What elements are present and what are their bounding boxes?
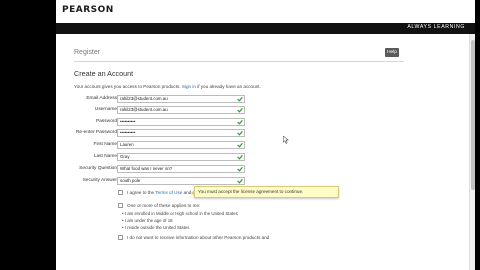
check-icon — [237, 119, 243, 125]
row-email: Email Address rahil23@student.com.au — [0, 95, 260, 103]
section-title: Create an Account — [74, 69, 134, 78]
check-icon — [237, 142, 243, 148]
row-password: Password •••••••••• — [0, 118, 260, 126]
agree-text: I agree to the Terms of Use and — [127, 190, 191, 195]
label-last-name: Last Name — [93, 154, 117, 159]
sign-in-link[interactable]: Sign in — [182, 84, 196, 89]
applies-title: One or more of these applies to me: — [127, 203, 201, 208]
page-title: Register — [74, 49, 101, 56]
scrollbar[interactable] — [469, 34, 475, 270]
row-reenter-password: Re-enter Password •••••••••• — [0, 129, 260, 137]
validation-tooltip: You must accept the license agreement to… — [191, 186, 339, 198]
agree-checkbox[interactable] — [118, 190, 123, 195]
check-icon — [237, 130, 243, 136]
row-last-name: Last Name Gray — [0, 153, 260, 161]
row-first-name: First Name Lauren — [0, 141, 260, 149]
intro-prefix: Your account gives you access to Pearson… — [74, 84, 181, 89]
mouse-cursor-icon — [283, 136, 289, 144]
label-reenter-password: Re-enter Password — [75, 130, 117, 135]
intro-suffix: if you already have an account. — [197, 84, 261, 89]
terms-of-use-link[interactable]: Terms of Use — [155, 190, 182, 195]
username-field[interactable]: rahil23@student.com.au — [117, 106, 245, 114]
security-answer-field[interactable]: south pole — [117, 177, 245, 185]
row-username: Username rahil23@student.com.au — [0, 106, 260, 114]
security-question-select[interactable]: What food was I never on? — [117, 165, 245, 173]
row-security-question: Security Question What food was I never … — [0, 165, 260, 173]
applies-item-text: I am enrolled in Middle or High school i… — [124, 211, 238, 216]
applies-checkbox[interactable] — [118, 203, 123, 208]
pearson-logo[interactable]: PEARSON — [62, 5, 114, 15]
email-field[interactable]: rahil23@student.com.au — [117, 95, 245, 103]
applies-item-text: I am under the age of 18 — [124, 218, 173, 223]
divider — [74, 61, 404, 62]
intro-text: Your account gives you access to Pearson… — [74, 84, 261, 89]
reenter-password-field[interactable]: •••••••••• — [117, 129, 245, 137]
receive-text: I do not want to receive information abo… — [127, 235, 270, 240]
label-first-name: First Name — [93, 142, 117, 147]
applies-item-text: I reside outside the United States — [124, 225, 190, 230]
receive-checkbox[interactable] — [118, 235, 123, 240]
row-security-answer: Security Answer south pole — [0, 177, 260, 185]
first-name-field[interactable]: Lauren — [117, 141, 245, 149]
label-password: Password — [95, 119, 117, 124]
password-field[interactable]: •••••••••• — [117, 118, 245, 126]
label-email: Email Address — [86, 96, 117, 101]
check-icon — [237, 154, 243, 160]
applies-item: • I reside outside the United States — [122, 225, 190, 230]
agree-prefix: I agree to the — [127, 190, 155, 195]
help-button[interactable]: Help — [385, 48, 399, 57]
label-username: Username — [94, 107, 117, 112]
label-security-answer: Security Answer — [82, 178, 117, 183]
last-name-field[interactable]: Gray — [117, 153, 245, 161]
label-security-question: Security Question — [79, 166, 117, 171]
check-icon — [237, 178, 243, 184]
tagline: ALWAYS LEARNING — [407, 24, 465, 30]
check-icon — [237, 166, 243, 172]
check-icon — [237, 96, 243, 102]
scrollbar-thumb[interactable] — [471, 40, 475, 190]
applies-item: • I am enrolled in Middle or High school… — [122, 211, 238, 216]
header-band: ALWAYS LEARNING — [56, 23, 475, 34]
applies-item: • I am under the age of 18 — [122, 218, 173, 223]
check-icon — [237, 107, 243, 113]
top-bar — [56, 0, 475, 23]
